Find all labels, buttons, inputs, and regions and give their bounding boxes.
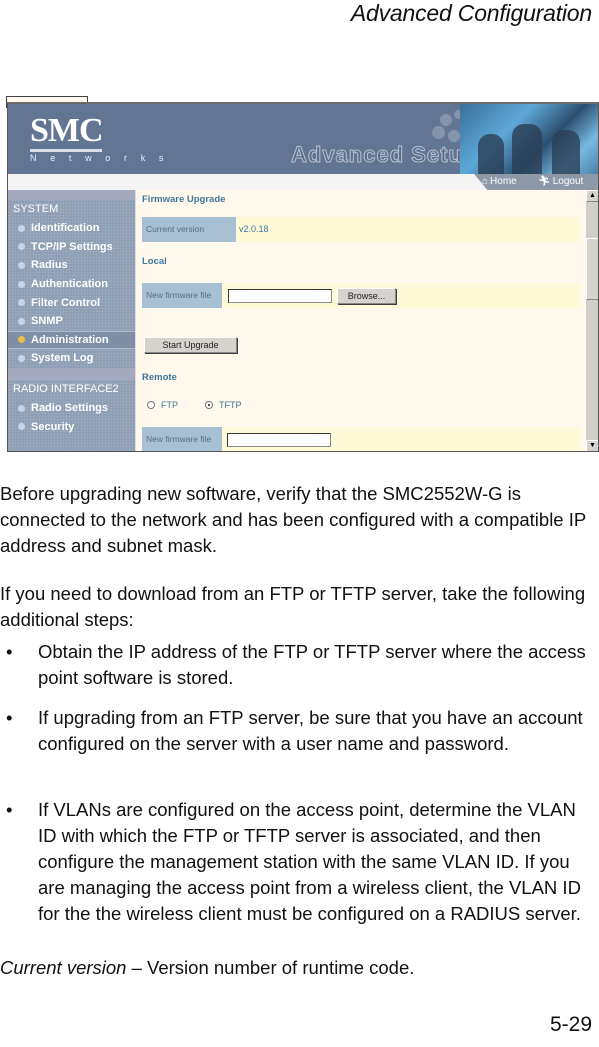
definition-current-version: Current version – Version number of runt… (0, 955, 599, 981)
radio-unchecked-icon (147, 401, 155, 409)
definition-term: Current version (0, 957, 127, 978)
remote-firmware-file-input[interactable] (227, 433, 331, 447)
radio-checked-icon (205, 401, 213, 409)
remote-heading: Remote (142, 372, 177, 383)
home-link[interactable]: ⌂ Home (482, 176, 517, 187)
sidebar-item-snmp[interactable]: SNMP (8, 312, 135, 331)
logout-link[interactable]: 🏃︎ Logout (538, 176, 583, 187)
banner-photo (460, 104, 598, 174)
local-file-row: New firmware file Browse... (142, 283, 580, 308)
bullet-icon (18, 354, 25, 362)
sidebar-item-administration[interactable]: Administration (8, 330, 135, 350)
vertical-scrollbar[interactable]: ▲ ▼ (586, 190, 598, 451)
logo-subtext: N e t w o r k s (30, 153, 170, 163)
logo-text: SMC (30, 112, 104, 149)
local-file-label: New firmware file (142, 283, 222, 308)
home-label: Home (490, 176, 517, 187)
sidebar-item-authentication[interactable]: Authentication (8, 275, 135, 294)
bullet-icon (18, 280, 25, 288)
paragraph-ftp-steps: If you need to download from an FTP or T… (0, 583, 586, 630)
banner-title: Advanced Setup (290, 142, 478, 168)
local-heading: Local (142, 256, 167, 267)
running-head: Advanced Configuration (350, 0, 592, 26)
logout-label: Logout (552, 176, 584, 187)
home-icon: ⌂ (482, 176, 489, 187)
sidebar: SYSTEM Identification TCP/IP Settings Ra… (8, 190, 135, 451)
start-upgrade-button[interactable]: Start Upgrade (144, 337, 237, 353)
bullet-icon: • (6, 707, 13, 728)
sidebar-item-security[interactable]: Security (8, 417, 135, 436)
bullet-icon (18, 317, 25, 325)
bullet-icon: • (6, 641, 13, 662)
bullet-icon (18, 299, 25, 307)
banner: SMC N e t w o r k s Advanced Setup (8, 104, 598, 174)
browse-button[interactable]: Browse... (337, 288, 396, 304)
sidebar-item-system-log[interactable]: System Log (8, 349, 135, 368)
remote-file-label: New firmware file (142, 427, 222, 451)
page-number: 5-29 (549, 1013, 592, 1036)
embedded-screenshot: SMC N e t w o r k s Advanced Setup ⌂ Hom… (7, 102, 599, 452)
bullet-icon (18, 261, 25, 269)
remote-file-row: New firmware file (142, 427, 580, 451)
content-panel: Firmware Upgrade Current version v2.0.18… (135, 190, 586, 451)
sidebar-item-radius[interactable]: Radius (8, 256, 135, 275)
local-firmware-file-input[interactable] (228, 289, 332, 303)
bullet-icon (18, 224, 25, 232)
ftp-radio[interactable]: FTP (147, 400, 178, 410)
sidebar-section-radio-interface: RADIO INTERFACE2 (13, 382, 119, 395)
bullet-icon (18, 404, 25, 412)
logo-underline (30, 149, 102, 152)
sidebar-item-tcpip-settings[interactable]: TCP/IP Settings (8, 238, 135, 257)
scroll-up-arrow-icon[interactable]: ▲ (586, 190, 598, 202)
current-version-value: v2.0.18 (239, 224, 269, 234)
firmware-upgrade-heading: Firmware Upgrade (142, 194, 226, 205)
bullet-icon (18, 243, 25, 251)
tftp-radio[interactable]: TFTP (205, 400, 242, 410)
scroll-thumb[interactable] (586, 238, 598, 300)
smc-logo: SMC N e t w o r k s (30, 114, 169, 163)
sidebar-section-system: SYSTEM (13, 203, 59, 215)
bullet-icon: • (6, 799, 13, 820)
sidebar-item-filter-control[interactable]: Filter Control (8, 293, 135, 312)
sidebar-item-identification[interactable]: Identification (8, 219, 135, 238)
paragraph-prerequisites: Before upgrading new software, verify th… (0, 483, 586, 556)
bullet-icon (18, 423, 25, 431)
scroll-down-arrow-icon[interactable]: ▼ (586, 440, 598, 451)
current-version-row: Current version v2.0.18 (142, 217, 580, 242)
sidebar-item-radio-settings[interactable]: Radio Settings (8, 399, 135, 418)
current-version-label: Current version (142, 217, 236, 242)
logout-icon: 🏃︎ (538, 176, 551, 187)
definition-text: – Version number of runtime code. (126, 957, 415, 978)
active-bullet-icon (18, 336, 25, 344)
